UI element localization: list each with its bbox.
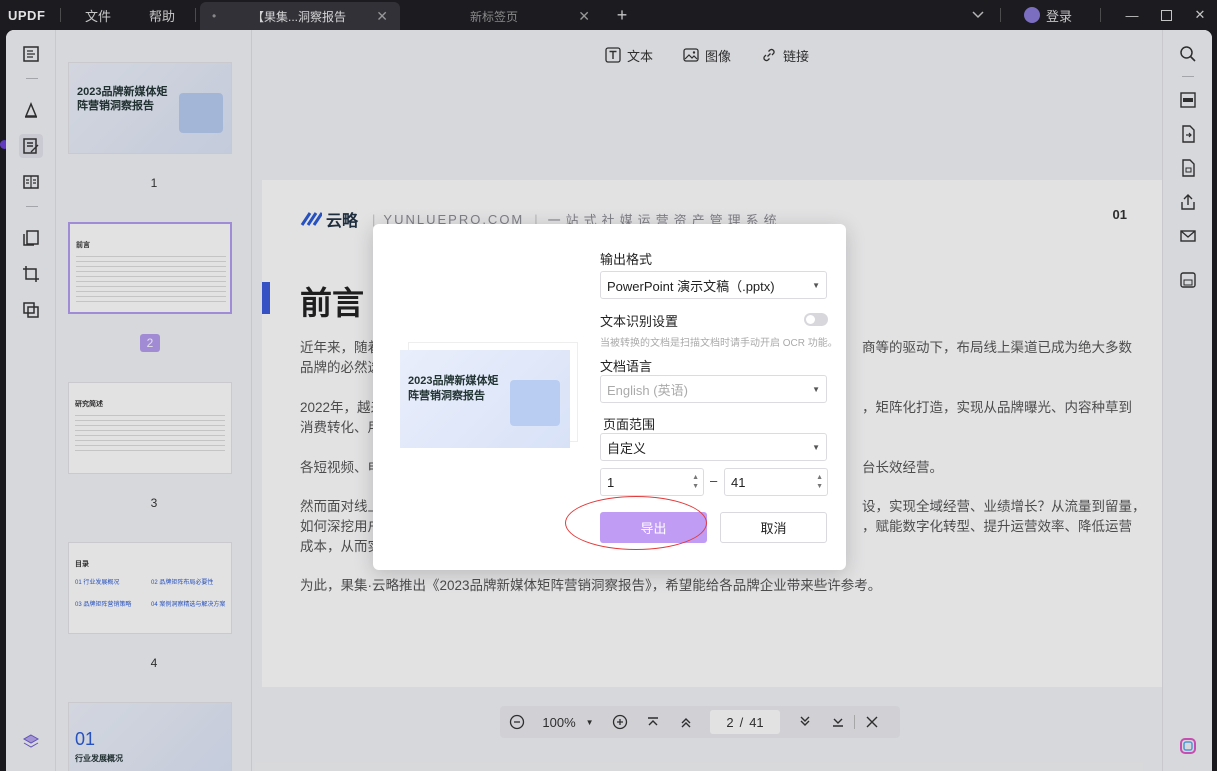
- output-format-label: 输出格式: [600, 252, 653, 267]
- output-format-select[interactable]: PowerPoint 演示文稿（.pptx) ▼: [600, 271, 827, 299]
- stepper-icon[interactable]: ▲ ▼: [692, 473, 699, 491]
- stepper-icon[interactable]: ▲ ▼: [816, 473, 823, 491]
- range-end-input[interactable]: 41 ▲ ▼: [724, 468, 828, 496]
- document-preview: 2023品牌新媒体矩阵营销洞察报告: [400, 342, 578, 448]
- range-start-value: 1: [607, 474, 615, 490]
- range-end-value: 41: [731, 474, 746, 490]
- cancel-button[interactable]: 取消: [720, 512, 827, 543]
- preview-title: 2023品牌新媒体矩阵营销洞察报告: [408, 375, 499, 402]
- page-range-value: 自定义: [607, 440, 647, 456]
- preview-graphic: [510, 380, 560, 426]
- document-language-label: 文档语言: [600, 359, 653, 374]
- page-range-select[interactable]: 自定义 ▼: [600, 433, 827, 461]
- range-separator: –: [710, 473, 718, 488]
- chevron-down-icon: ▼: [812, 281, 820, 290]
- ocr-hint: 当被转换的文档是扫描文档时请手动开启 OCR 功能。: [600, 338, 838, 349]
- page-range-label: 页面范围: [603, 417, 656, 432]
- document-language-value: English (英语): [607, 382, 688, 398]
- chevron-down-icon: ▼: [812, 385, 820, 394]
- chevron-down-icon: ▼: [812, 443, 820, 452]
- output-format-value: PowerPoint 演示文稿（.pptx): [607, 278, 775, 294]
- range-start-input[interactable]: 1 ▲ ▼: [600, 468, 704, 496]
- ocr-settings-label: 文本识别设置: [600, 314, 679, 329]
- highlight-annotation: [565, 496, 707, 550]
- ocr-toggle[interactable]: [804, 313, 828, 326]
- document-language-select[interactable]: English (英语) ▼: [600, 375, 827, 403]
- preview-cover: 2023品牌新媒体矩阵营销洞察报告: [400, 350, 570, 448]
